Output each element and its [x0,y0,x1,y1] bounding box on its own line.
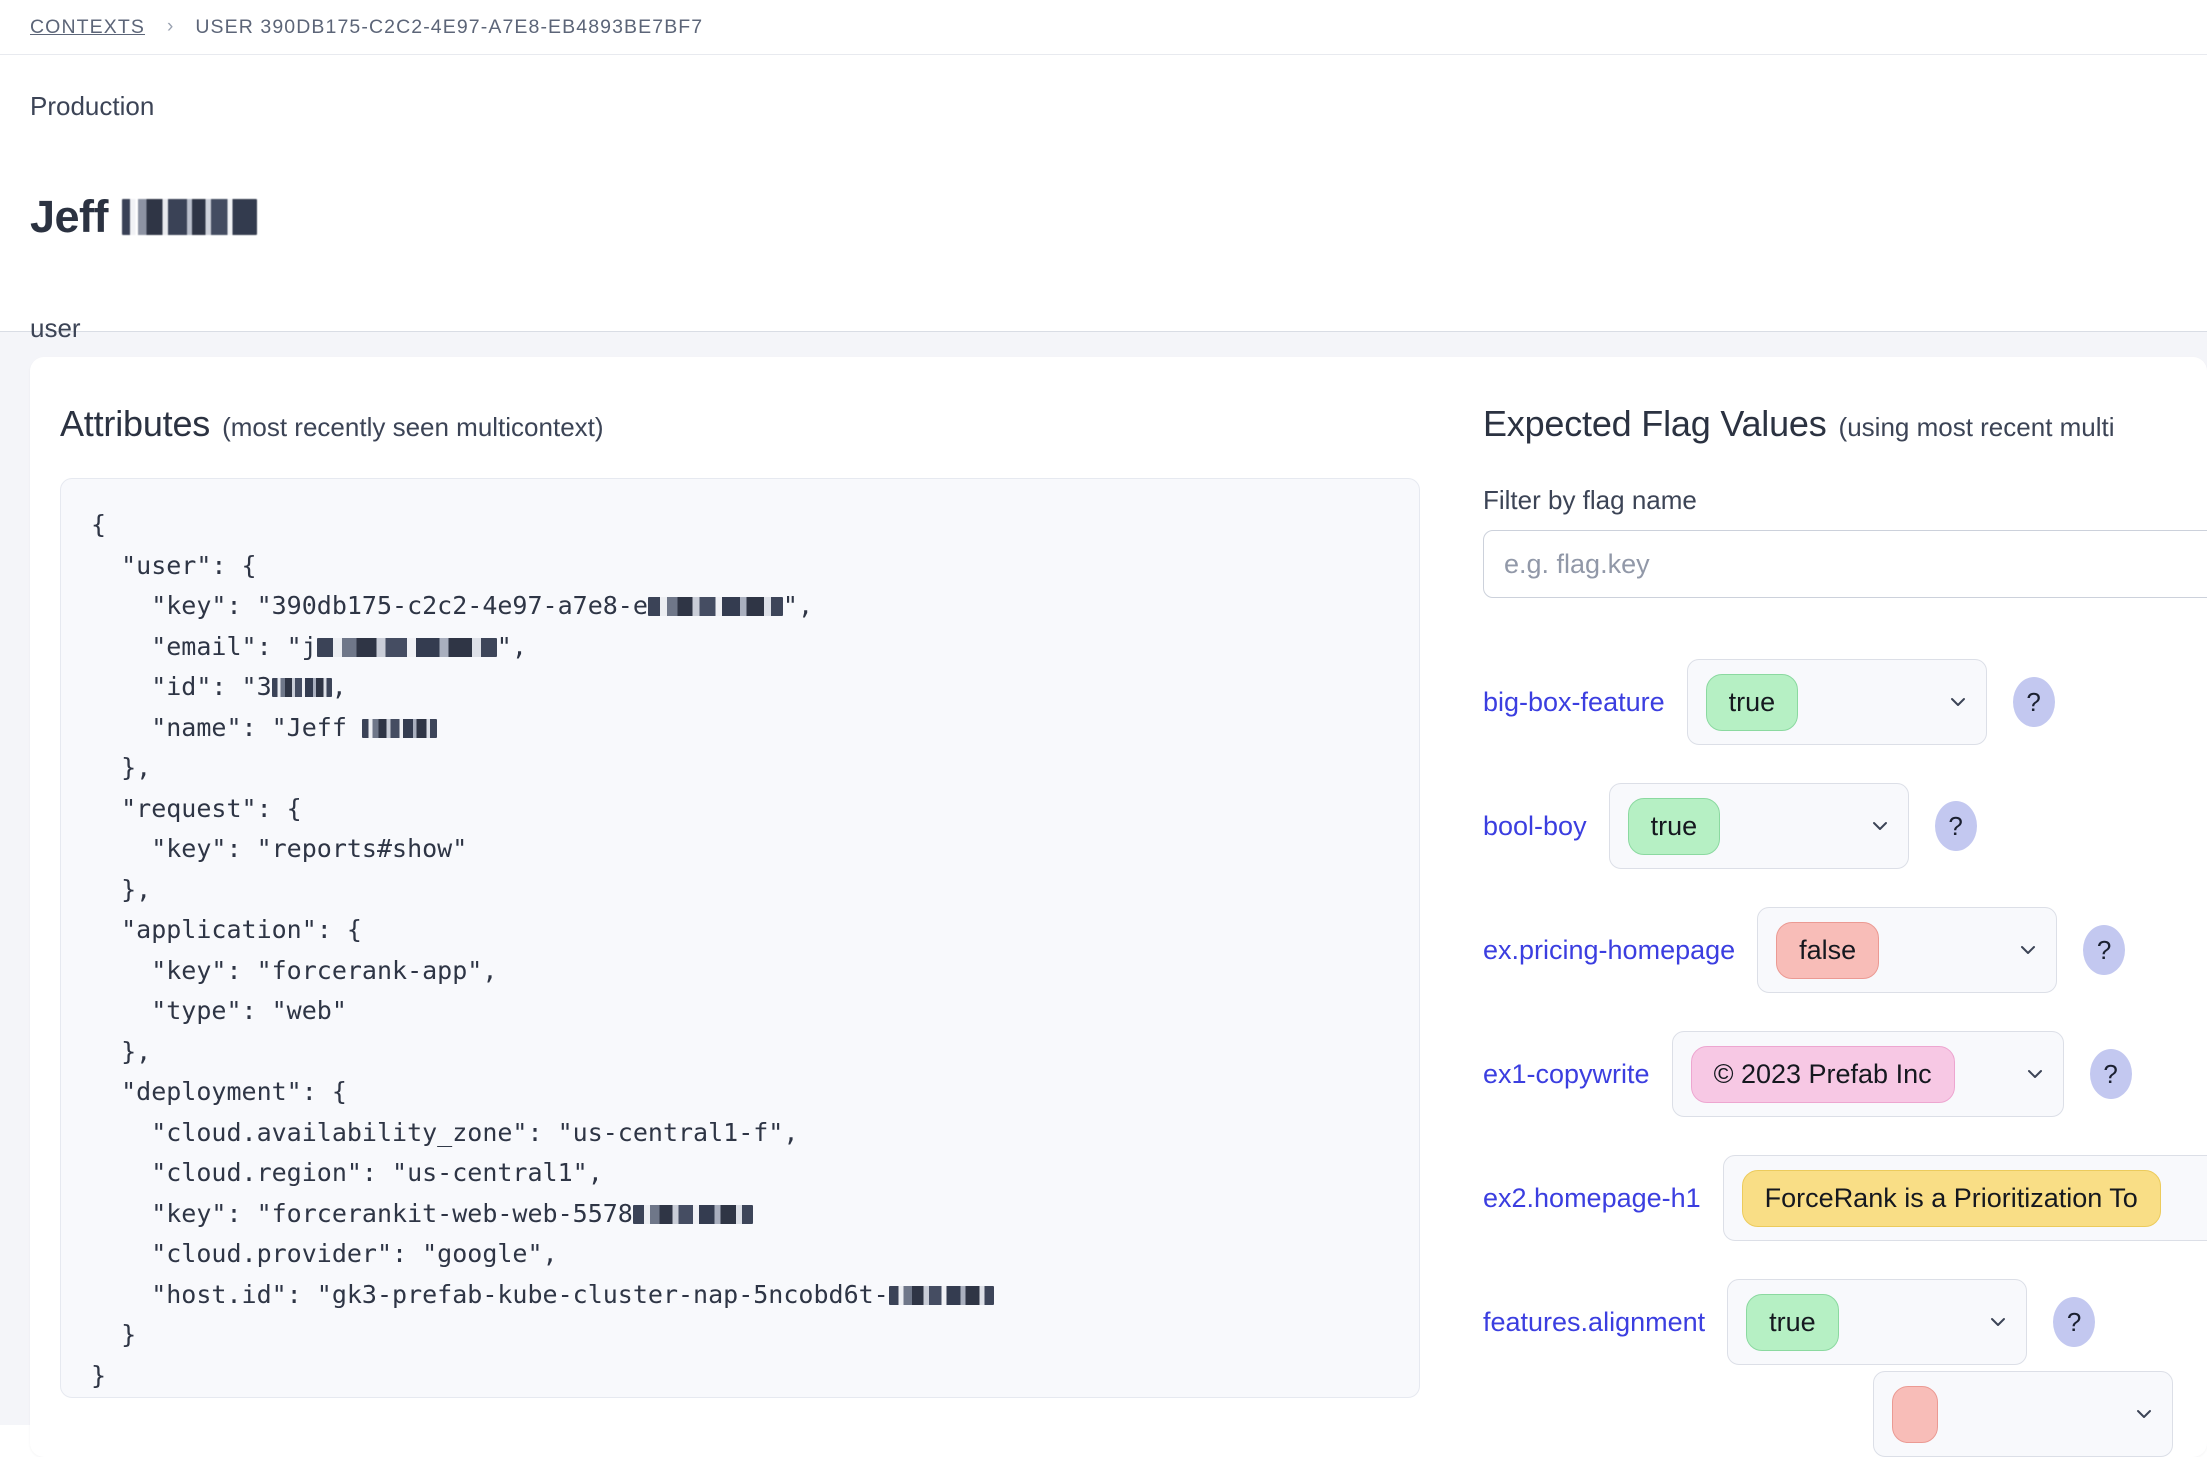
flags-subtitle: (using most recent multi [1838,412,2115,442]
attributes-subtitle: (most recently seen multicontext) [222,412,604,442]
chevron-down-icon[interactable] [1948,692,1968,712]
redacted-lastname [122,198,258,235]
flag-row: big-box-feature true? [1483,640,2207,764]
breadcrumb-separator-icon: › [166,16,174,37]
flag-rows-list: big-box-feature true? bool-boy true? ex.pric… [1483,640,2207,1457]
attributes-heading: Attributes (most recently seen multicont… [60,403,1450,445]
redacted-value [888,1285,994,1305]
help-icon[interactable]: ? [2053,1297,2096,1347]
flag-value-pill: true [1746,1293,1839,1351]
help-icon[interactable]: ? [1934,801,1977,851]
content-area: Attributes (most recently seen multicont… [0,332,2207,1457]
chevron-down-icon[interactable] [1870,816,1890,836]
flag-row: ex2.homepage-h1 ForceRank is a Prioritiza… [1483,1136,2207,1260]
flag-value-select[interactable] [1873,1371,2173,1457]
flag-name-link[interactable]: ex.pricing-homepage [1483,935,1735,966]
flag-filter-input[interactable] [1483,530,2207,598]
environment-name: Production [30,91,155,121]
page-header: Production Jeff user [0,55,2207,343]
flag-row: bool-boy true? [1483,764,2207,888]
redacted-value [647,597,783,616]
flag-name-link[interactable]: big-box-feature [1483,687,1665,718]
flag-row: features.alignment true? [1483,1260,2207,1384]
flag-value-pill: true [1627,797,1721,855]
attributes-title: Attributes [60,403,211,444]
filter-label: Filter by flag name [1483,485,1697,515]
flag-name-link[interactable]: ex1-copywrite [1483,1059,1650,1090]
flag-value-select[interactable]: true [1686,659,1987,745]
attributes-json: { "user": { "key": "390db175-c2c2-4e97-a… [91,505,1419,1396]
breadcrumb: CONTEXTS › USER 390DB175-C2C2-4E97-A7E8-… [0,0,2207,55]
flag-row [1483,1371,2207,1457]
flag-name-link[interactable]: ex2.homepage-h1 [1483,1183,1701,1214]
help-icon[interactable]: ? [2089,1049,2132,1099]
details-card: Attributes (most recently seen multicont… [30,357,2207,1457]
flag-value-select[interactable]: true [1608,783,1909,869]
help-icon[interactable]: ? [2012,677,2055,727]
flag-value-pill: © 2023 Prefab Inc [1690,1045,1955,1103]
flag-name-link[interactable]: bool-boy [1483,811,1587,842]
expected-flag-values-panel: Expected Flag Values (using most recent … [1450,403,2207,1457]
flag-value-pill: true [1705,673,1799,731]
chevron-down-icon[interactable] [2018,940,2038,960]
redacted-value [361,718,437,738]
flags-title: Expected Flag Values [1483,403,1827,444]
flags-heading: Expected Flag Values (using most recent … [1483,403,2207,445]
chevron-down-icon[interactable] [1988,1312,2008,1332]
redacted-value [632,1204,753,1224]
flag-name-link[interactable]: features.alignment [1483,1307,1705,1338]
flag-value-select[interactable]: true [1727,1279,2028,1365]
flag-value-pill: false [1776,921,1880,979]
redacted-value [316,637,497,657]
page-title-row: Jeff [30,164,2207,269]
flag-value-select[interactable]: © 2023 Prefab Inc [1671,1031,2064,1117]
chevron-down-icon[interactable] [2025,1064,2045,1084]
flag-row: ex1-copywrite © 2023 Prefab Inc? [1483,1012,2207,1136]
attributes-code-block: { "user": { "key": "390db175-c2c2-4e97-a… [60,478,1420,1398]
attributes-panel: Attributes (most recently seen multicont… [30,403,1450,1457]
chevron-down-icon[interactable] [2134,1404,2154,1424]
flag-value-select[interactable]: false [1757,907,2058,993]
page-title: Jeff [30,191,109,243]
flag-row: ex.pricing-homepage false? [1483,888,2207,1012]
breadcrumb-current: USER 390DB175-C2C2-4E97-A7E8-EB4893BE7BF… [195,15,704,38]
flag-value-pill: ForceRank is a Prioritization To [1741,1169,2161,1227]
breadcrumb-root-link[interactable]: CONTEXTS [30,16,145,39]
flag-value-select[interactable]: ForceRank is a Prioritization To [1722,1155,2207,1241]
flag-value-pill [1892,1385,1938,1443]
help-icon[interactable]: ? [2083,925,2126,975]
redacted-value [271,678,332,697]
